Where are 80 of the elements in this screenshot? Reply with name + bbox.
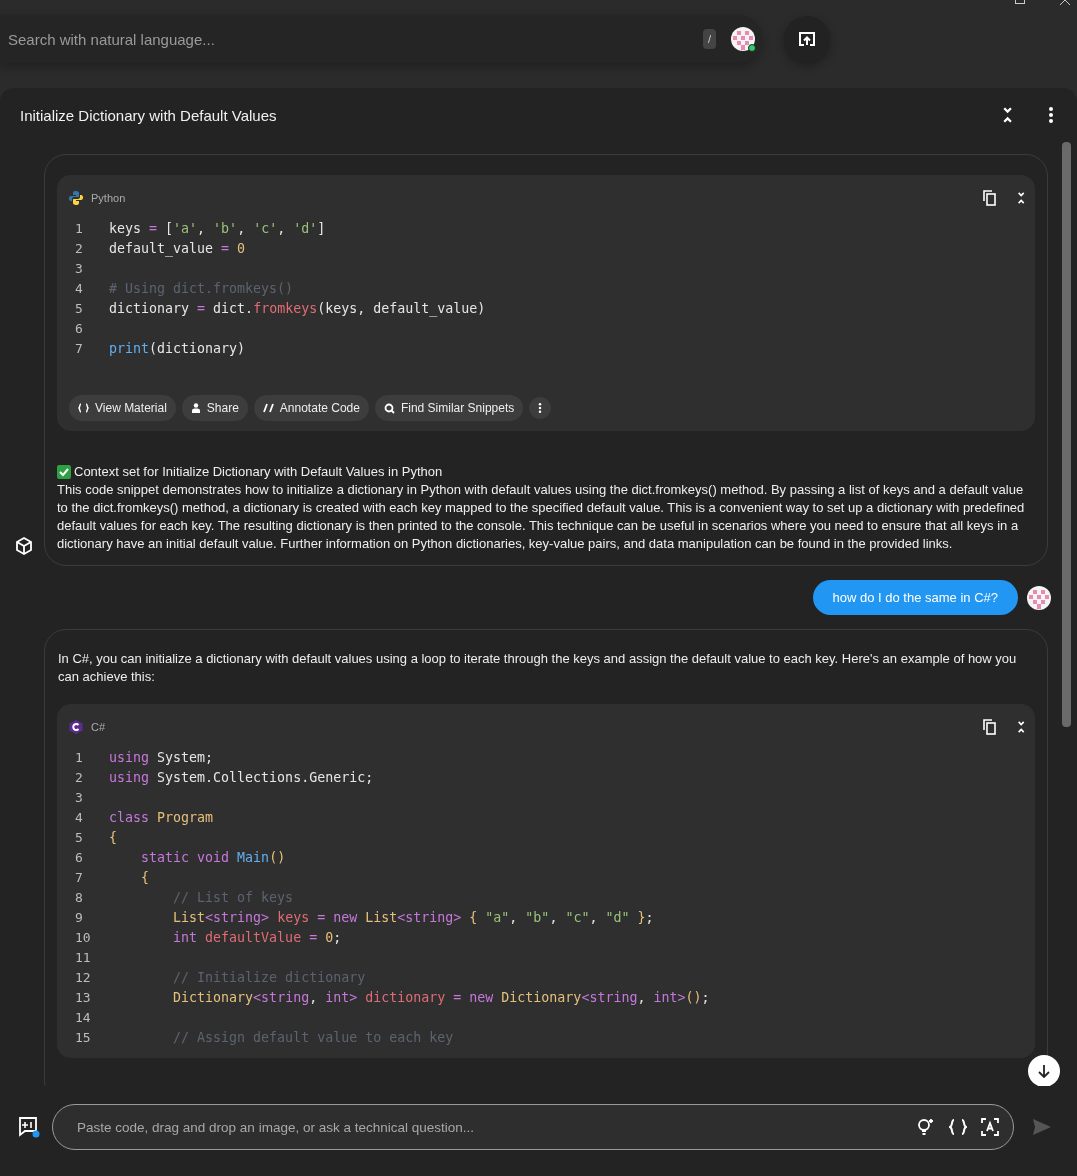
slashes-icon [262,403,274,413]
message-text: This code snippet demonstrates how to initialize a dictionary in Python with default values using the dict.fromkeys() method. By passing a list of keys and a default value to the dict.fromkeys() method, a dictionary is created with each key mapped to the specified default value. This is a convenient way to set up a dictionary with predefined default values for each key. The resulting dictionary is then printed to the console. This technique can be useful in scenarios where you need to ensure that all keys in a dictionary have an initial default value. Further information on Python dictionaries, key-value pairs, and data manipulation can be found in the provided links. [57,481,1026,553]
line-number: 6 [74,320,84,338]
message-input[interactable]: Paste code, drag and drop an image, or ask a technical question... [75,1118,901,1136]
code-line: dictionary = dict.fromkeys(keys, default_value) [109,300,486,318]
user-message: how do I do the same in C#? [812,580,1018,615]
search-field[interactable]: Search with natural language... [6,29,703,49]
code-line: static void Main() [140,849,286,867]
line-number: 3 [74,260,84,278]
line-number: 6 [74,849,84,867]
line-number: 9 [74,909,84,927]
line-number: 7 [74,340,84,358]
more-icon[interactable] [538,403,543,413]
language-label: Python [91,191,127,206]
check-icon [57,465,71,479]
search-bar[interactable]: Search with natural language... / [0,15,762,63]
line-number: 5 [74,300,84,318]
code-line: // Assign default value to each key [172,1029,454,1047]
collapse-icon[interactable] [1016,721,1025,733]
code-line: // Initialize dictionary [172,969,366,987]
conversation-title: Initialize Dictionary with Default Values [20,106,278,124]
csharp-logo-icon [69,720,83,734]
copy-icon[interactable] [982,190,997,206]
line-number: 4 [74,809,84,827]
line-number: 5 [74,829,84,847]
user-avatar[interactable] [730,26,756,52]
python-logo-icon [69,191,83,205]
more-icon[interactable] [1049,107,1053,123]
code-line: # Using dict.fromkeys() [109,280,294,298]
action-chip[interactable]: Share [181,395,248,421]
line-number: 3 [74,789,84,807]
line-number: 8 [74,889,84,907]
magnifier-icon [383,402,395,414]
code-line: Dictionary<string, int> dictionary = new Dictionary<string, int>(); [172,989,710,1007]
code-line: // List of keys [172,889,294,907]
text-scan-icon[interactable] [981,1118,999,1136]
code-line: { [140,869,150,887]
braces-icon[interactable] [949,1119,967,1135]
shortcut-key: / [702,29,716,49]
code-line: using System.Collections.Generic; [109,769,374,787]
bot-icon [14,536,34,556]
code-line: default_value = 0 [109,240,246,258]
line-number: 15 [74,1029,92,1047]
code-line: using System; [109,749,214,767]
line-number: 7 [74,869,84,887]
line-number: 4 [74,280,84,298]
braces-icon [78,403,89,413]
line-number: 10 [74,929,92,947]
lightbulb-icon[interactable] [915,1117,935,1137]
line-number: 1 [74,749,84,767]
arrow-down-icon [1038,1064,1050,1078]
new-chat-icon[interactable] [18,1116,40,1138]
code-line: { [109,829,117,847]
line-number: 2 [74,240,84,258]
code-line: class Program [109,809,214,827]
message-text: In C#, you can initialize a dictionary with default values using a loop to iterate through the keys and assign the default value to each key. Here's an example of how you can achieve this: [57,650,1018,686]
action-chip[interactable]: View Material [69,395,176,421]
scroll-down-button[interactable] [1028,1055,1060,1086]
upload-window-icon [798,31,816,47]
user-avatar[interactable] [1026,584,1052,611]
language-label: C# [91,720,107,735]
line-number: 2 [74,769,84,787]
code-line: List<string> keys = new List<string> { "a", "b", "c", "d" }; [172,909,654,927]
action-chip[interactable]: Annotate Code [253,395,369,421]
collapse-icon[interactable] [1016,192,1025,204]
line-number: 1 [74,220,84,238]
code-line: keys = ['a', 'b', 'c', 'd'] [109,220,326,238]
line-number: 13 [74,989,92,1007]
more-button[interactable] [529,397,552,419]
composer-bar[interactable]: Paste code, drag and drop an image, or ask a technical question... [52,1104,1014,1150]
context-status: Context set for Initialize Dictionary with Default Values in Python [74,463,443,481]
code-line: print(dictionary) [109,340,246,358]
line-number: 11 [74,949,92,967]
line-number: 14 [74,1009,92,1027]
action-chip[interactable]: Find Similar Snippets [374,395,524,421]
collapse-icon[interactable] [1001,107,1013,123]
copy-icon[interactable] [982,719,997,735]
code-line: int defaultValue = 0; [172,929,342,947]
line-number: 12 [74,969,92,987]
person-icon [190,402,201,414]
